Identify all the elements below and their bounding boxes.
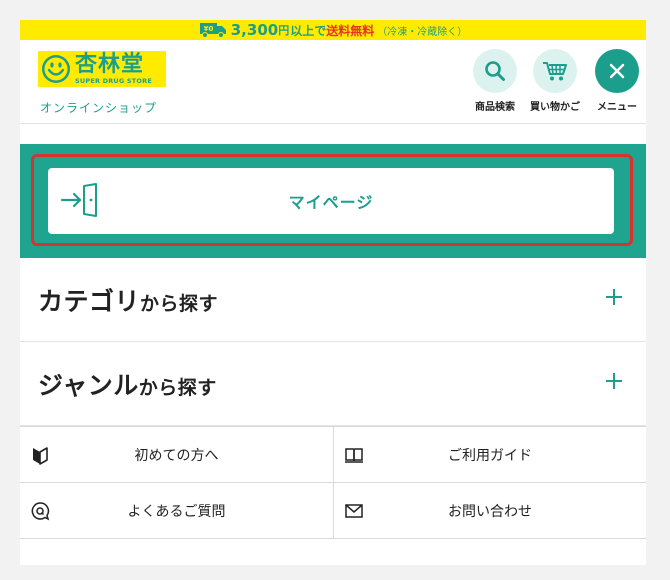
promo-unit: 円 — [278, 24, 290, 37]
logo-name: 杏林堂 — [75, 52, 145, 77]
genre-accordion-title: ジャンルから探す — [38, 366, 217, 402]
search-label: 商品検索 — [475, 102, 515, 113]
search-button[interactable]: 商品検索 — [468, 49, 522, 113]
free-shipping-banner[interactable]: ¥0 3,300 円 以上で 送料無料 （冷凍・冷蔵除く） — [20, 20, 646, 40]
menu-label: メニュー — [597, 102, 637, 113]
promo-text: 以上で — [290, 23, 327, 38]
category-accordion-title: カテゴリから探す — [38, 282, 218, 318]
truck-price-label: ¥0 — [203, 25, 213, 33]
link-contact[interactable]: お問い合わせ — [333, 483, 646, 539]
category-title-suffix: から探す — [140, 292, 219, 315]
promo-amount: 3,300 — [230, 21, 279, 39]
login-door-icon — [60, 183, 97, 217]
promo-note: （冷凍・冷蔵除く） — [377, 26, 468, 38]
mypage-section: マイページ — [20, 144, 646, 258]
mail-icon — [345, 504, 363, 518]
plus-icon — [602, 285, 626, 309]
link-guide[interactable]: ご利用ガイド — [333, 427, 646, 483]
cart-icon — [543, 62, 567, 81]
category-accordion[interactable]: カテゴリから探す — [20, 258, 646, 342]
mypage-button[interactable]: マイページ — [48, 168, 614, 234]
link-guide-label: ご利用ガイド — [448, 447, 532, 464]
logo-subtitle: SUPER DRUG STORE — [75, 77, 152, 85]
link-contact-label: お問い合わせ — [448, 503, 532, 520]
promo-free-shipping: 送料無料 — [326, 23, 375, 38]
cart-circle — [533, 49, 577, 93]
smiley-logo-icon — [42, 55, 70, 83]
online-shop-label: オンラインショップ — [40, 101, 158, 115]
link-beginner-label: 初めての方へ — [134, 447, 219, 464]
mypage-label: マイページ — [288, 193, 374, 212]
link-faq-label: よくあるご質問 — [127, 503, 226, 520]
quick-links-grid: 初めての方へ ご利用ガイド よくあるご質問 お問い合わせ — [20, 426, 646, 539]
search-circle — [473, 49, 517, 93]
site-header: 杏林堂 SUPER DRUG STORE オンラインショップ 商品検索 買い物か… — [20, 40, 646, 124]
category-title-main: カテゴリ — [38, 286, 141, 316]
menu-circle — [595, 49, 639, 93]
link-beginner[interactable]: 初めての方へ — [20, 427, 333, 483]
site-logo[interactable]: 杏林堂 SUPER DRUG STORE — [38, 51, 166, 87]
close-icon — [609, 63, 625, 79]
faq-icon — [31, 502, 50, 521]
book-icon — [345, 448, 363, 463]
search-icon — [485, 61, 505, 81]
genre-accordion[interactable]: ジャンルから探す — [20, 342, 646, 426]
menu-close-button[interactable]: メニュー — [590, 49, 644, 113]
cart-button[interactable]: 買い物かご — [528, 49, 582, 113]
beginner-mark-icon — [33, 447, 48, 465]
genre-title-main: ジャンル — [38, 370, 139, 400]
plus-icon — [602, 369, 626, 393]
highlight-frame: マイページ — [31, 154, 633, 246]
link-faq[interactable]: よくあるご質問 — [20, 483, 333, 539]
truck-icon: ¥0 — [199, 22, 227, 38]
genre-title-suffix: から探す — [138, 376, 217, 399]
cart-label: 買い物かご — [530, 102, 580, 113]
menu-page: ¥0 3,300 円 以上で 送料無料 （冷凍・冷蔵除く） 杏林堂 SUPER … — [20, 20, 646, 565]
